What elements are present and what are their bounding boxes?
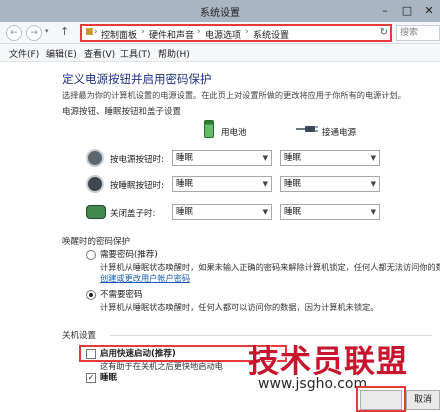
breadcrumb-separator: › — [94, 27, 98, 37]
power-button-battery-select[interactable]: 睡眠 ▼ — [172, 150, 272, 166]
page-title: 定义电源按钮并启用密码保护 — [62, 72, 212, 86]
power-section-title: 电源按钮、睡眠按钮和盖子设置 — [62, 107, 182, 117]
power-plug-icon — [296, 126, 318, 132]
select-value: 睡眠 — [284, 153, 302, 163]
chevron-down-icon: ▼ — [262, 208, 268, 216]
battery-icon — [204, 120, 214, 138]
forward-button[interactable]: → — [26, 25, 42, 41]
select-value: 睡眠 — [284, 207, 302, 217]
lid-close-plugged-select[interactable]: 睡眠 ▼ — [280, 204, 380, 220]
breadcrumb-separator: › — [245, 27, 249, 37]
chevron-down-icon: ▼ — [370, 180, 376, 188]
fast-startup-checkbox[interactable] — [86, 349, 96, 359]
minimize-button[interactable]: – — [376, 2, 394, 19]
no-password-radio[interactable] — [86, 290, 96, 300]
breadcrumb-separator: › — [197, 27, 201, 37]
menu-tools[interactable]: 工具(T) — [120, 47, 151, 60]
chevron-down-icon: ▼ — [262, 180, 268, 188]
up-button[interactable]: ↑ — [60, 25, 69, 38]
control-panel-icon: ■ — [85, 27, 94, 37]
power-icon — [86, 149, 104, 167]
breadcrumb-item[interactable]: 硬件和声音 — [149, 28, 194, 41]
lid-close-battery-select[interactable]: 睡眠 ▼ — [172, 204, 272, 220]
sleep-checkbox[interactable]: ✓ — [86, 373, 96, 383]
menu-edit[interactable]: 编辑(E) — [46, 47, 77, 60]
breadcrumb-item[interactable]: 控制面板 — [101, 28, 137, 41]
password-section-title: 唤醒时的密码保护 — [62, 237, 131, 247]
search-input[interactable]: 搜索 — [396, 25, 440, 41]
power-button-plugged-select[interactable]: 睡眠 ▼ — [280, 150, 380, 166]
recent-pages-chevron-icon[interactable]: ▾ — [45, 27, 49, 35]
window-title: 系统设置 — [200, 8, 240, 19]
breadcrumb[interactable]: ■ › 控制面板 › 硬件和声音 › 电源选项 › 系统设置 ↻ — [80, 24, 392, 42]
shutdown-section-title: 关机设置 — [62, 331, 97, 341]
back-button[interactable]: ← — [6, 25, 22, 41]
menu-bar: 文件(F) 编辑(E) 查看(V) 工具(T) 帮助(H) — [0, 44, 440, 62]
col-battery-label: 用电池 — [221, 128, 247, 138]
address-bar: ← → ▾ ↑ ■ › 控制面板 › 硬件和声音 › 电源选项 › 系统设置 ↻… — [0, 22, 440, 44]
menu-view[interactable]: 查看(V) — [84, 47, 115, 60]
breadcrumb-separator: › — [141, 27, 145, 37]
menu-help[interactable]: 帮助(H) — [158, 47, 190, 60]
menu-file[interactable]: 文件(F) — [9, 47, 39, 60]
laptop-lid-icon — [86, 205, 106, 219]
page-description: 选择最为你的计算机设置的电源设置。在此页上对设置所做的更改将应用于你所有的电源计… — [62, 90, 406, 100]
fast-startup-label: 启用快速启动(推荐) — [100, 349, 176, 359]
sleep-button-label: 按睡眠按钮时: — [110, 181, 164, 191]
sleep-label: 睡眠 — [100, 373, 118, 383]
chevron-down-icon: ▼ — [262, 154, 268, 162]
title-bar: 系统设置 – □ ✕ — [0, 0, 440, 22]
chevron-down-icon: ▼ — [370, 208, 376, 216]
select-value: 睡眠 — [176, 207, 194, 217]
watermark-url: www.jsgho.com — [258, 376, 368, 392]
require-password-radio[interactable] — [86, 250, 96, 260]
sleep-icon — [86, 175, 104, 193]
sleep-button-plugged-select[interactable]: 睡眠 ▼ — [280, 176, 380, 192]
up-arrow-icon: ↑ — [60, 25, 70, 38]
lid-close-label: 关闭盖子时: — [110, 209, 156, 219]
sleep-button-battery-select[interactable]: 睡眠 ▼ — [172, 176, 272, 192]
close-button[interactable]: ✕ — [420, 2, 438, 19]
chevron-down-icon: ▼ — [370, 154, 376, 162]
breadcrumb-item[interactable]: 电源选项 — [205, 28, 241, 41]
select-value: 睡眠 — [284, 179, 302, 189]
forward-arrow-icon: → — [30, 28, 38, 38]
breadcrumb-item[interactable]: 系统设置 — [253, 28, 289, 41]
fast-startup-text: 这有助于在关机之后更快地启动电 — [100, 361, 223, 371]
power-button-label: 按电源按钮时: — [110, 155, 164, 165]
require-password-label: 需要密码(推荐) — [100, 250, 158, 260]
watermark-logo: 技术员联盟 — [248, 344, 408, 380]
no-password-label: 不需要密码 — [100, 290, 143, 300]
back-arrow-icon: ← — [10, 28, 18, 38]
change-password-link[interactable]: 创建或更改用户帐户密码 — [100, 272, 190, 284]
save-button[interactable] — [360, 390, 402, 410]
select-value: 睡眠 — [176, 179, 194, 189]
select-value: 睡眠 — [176, 153, 194, 163]
refresh-icon[interactable]: ↻ — [380, 27, 388, 38]
col-plugged-label: 接通电源 — [322, 128, 357, 138]
cancel-button[interactable]: 取消 — [406, 390, 440, 410]
no-password-text: 计算机从睡眠状态唤醒时，任何人都可以访问你的数据，因为计算机未锁定。 — [100, 302, 379, 312]
maximize-button[interactable]: □ — [398, 2, 416, 19]
